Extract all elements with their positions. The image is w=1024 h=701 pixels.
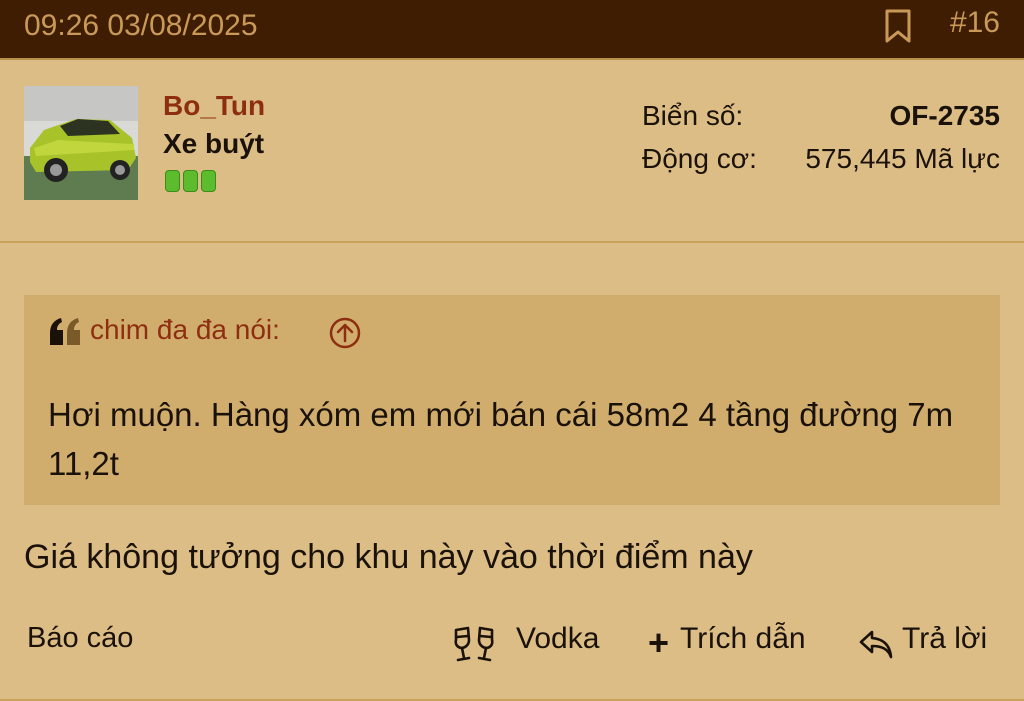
cheers-glasses-icon[interactable] [452,624,496,664]
license-plate-label: Biển số: [642,100,744,131]
post-header: 09:26 03/08/2025 #16 [0,0,1024,60]
reply-button[interactable]: Trả lời [902,622,987,656]
vodka-button[interactable]: Vodka [516,622,599,656]
quote-block: chim đa đa nói: Hơi muộn. Hàng xóm em mớ… [24,295,1000,505]
post-body-text: Giá không tưởng cho khu này vào thời điể… [24,538,753,576]
car-avatar-icon [24,86,138,200]
user-avatar[interactable] [24,86,138,200]
rank-bar [201,170,216,192]
quote-reply-button[interactable]: Trích dẫn [680,622,806,656]
report-button[interactable]: Báo cáo [27,622,133,655]
user-rank-title: Xe buýt [163,128,265,159]
bookmark-icon[interactable] [884,9,912,43]
rank-bar [165,170,180,192]
arrow-up-circle-icon[interactable] [329,317,361,349]
post-divider [0,241,1024,243]
license-plate-value: OF-2735 [889,100,1001,131]
rank-indicator [165,170,216,192]
plus-icon: + [648,622,670,663]
rank-bar [183,170,198,192]
username-link[interactable]: Bo_Tun [163,90,265,122]
quote-author-link[interactable]: chim đa đa nói: [90,314,280,346]
quote-mark-icon [50,318,80,345]
post-number-link[interactable]: #16 [950,6,1000,40]
engine-value: 575,445 Mã lực [805,143,1000,174]
quote-text: Hơi muộn. Hàng xóm em mới bán cái 58m2 4… [48,396,954,482]
engine-label: Động cơ: [642,143,757,174]
post-timestamp: 09:26 03/08/2025 [24,9,258,42]
reply-arrow-icon [859,630,893,659]
